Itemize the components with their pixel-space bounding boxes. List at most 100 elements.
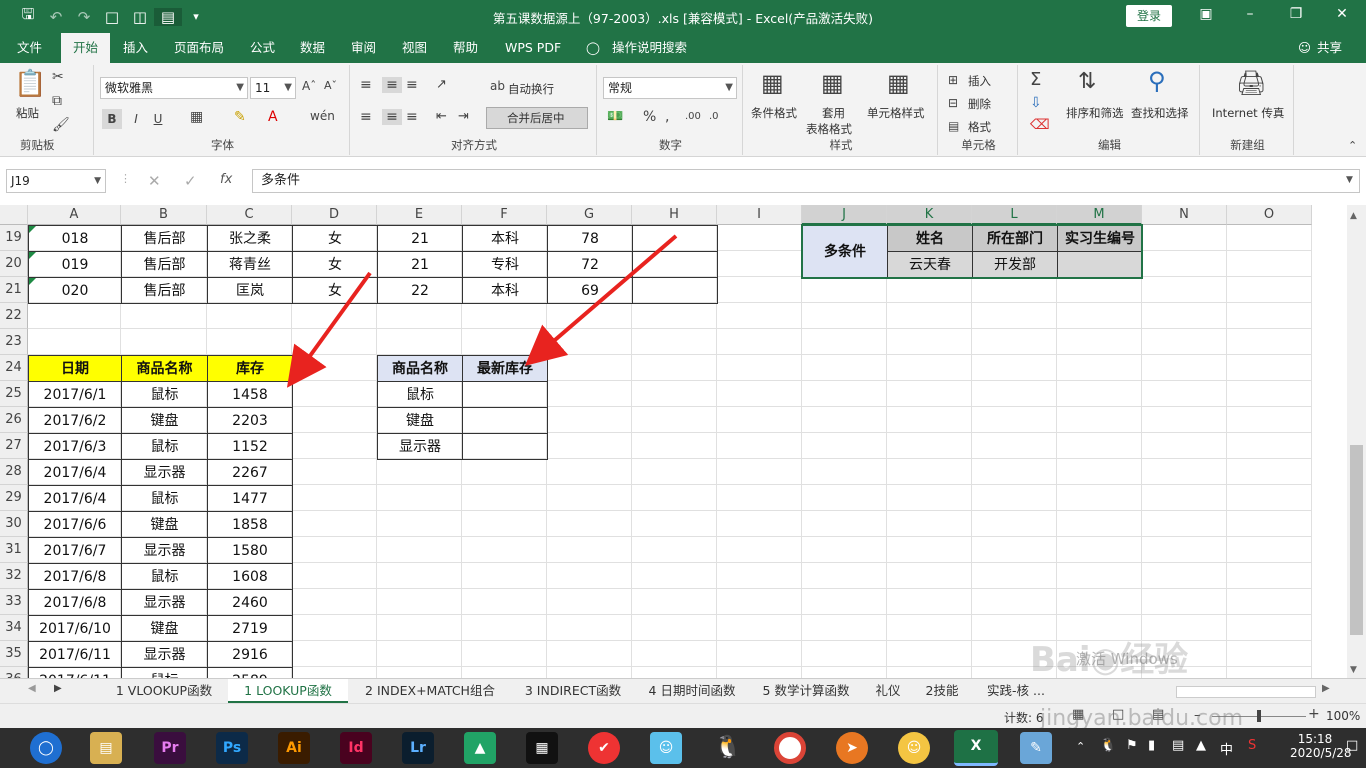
grid-cell[interactable] — [547, 433, 632, 459]
grid-cell[interactable] — [972, 329, 1057, 355]
inventory-cell[interactable]: 键盘 — [121, 407, 208, 434]
merge-center-button[interactable]: 合并后居中 — [486, 107, 588, 129]
restore-icon[interactable]: ❐ — [1286, 6, 1306, 22]
scroll-down-icon[interactable]: ▼ — [1350, 665, 1357, 675]
grid-cell[interactable] — [1142, 485, 1227, 511]
grid-cell[interactable] — [972, 537, 1057, 563]
tray-network-icon[interactable]: ▤ — [1172, 738, 1184, 778]
grid-cell[interactable] — [1057, 381, 1142, 407]
grid-cell[interactable] — [1227, 537, 1312, 563]
grid-cell[interactable] — [292, 511, 377, 537]
grid-cell[interactable] — [547, 563, 632, 589]
grid-cell[interactable] — [717, 563, 802, 589]
paste-icon[interactable]: 📋 — [14, 69, 46, 99]
grid-cell[interactable] — [887, 667, 972, 678]
grid-cell[interactable] — [547, 511, 632, 537]
row-header[interactable]: 34 — [0, 615, 28, 641]
wrap-text-button[interactable]: 自动换行 — [508, 81, 554, 97]
tab-formulas[interactable]: 公式 — [250, 33, 275, 63]
autosum-icon[interactable]: Σ — [1030, 69, 1041, 90]
row-header[interactable]: 36 — [0, 667, 28, 678]
grid-cell[interactable] — [802, 277, 887, 303]
inventory-cell[interactable]: 2017/6/6 — [28, 511, 122, 538]
grid-cell[interactable] — [802, 303, 887, 329]
column-header[interactable]: O — [1227, 205, 1312, 225]
grid-cell[interactable] — [887, 537, 972, 563]
column-header[interactable]: J — [802, 205, 887, 225]
grid-cell[interactable] — [1057, 277, 1142, 303]
tell-me-search[interactable]: 操作说明搜索 — [612, 33, 687, 63]
grid-cell[interactable] — [717, 433, 802, 459]
folder-icon[interactable]: ▤ — [90, 732, 122, 764]
record-cell[interactable]: 专科 — [462, 251, 548, 278]
multi-value[interactable]: 开发部 — [972, 251, 1058, 278]
grid-cell[interactable] — [462, 485, 547, 511]
inventory-cell[interactable]: 鼠标 — [121, 433, 208, 460]
tray-signal-icon[interactable]: ▲ — [1196, 738, 1206, 778]
grid-cell[interactable] — [887, 589, 972, 615]
record-cell[interactable]: 21 — [377, 251, 463, 278]
column-header[interactable]: M — [1057, 205, 1142, 225]
format-cells-icon[interactable]: ▤ — [948, 119, 959, 133]
italic-button[interactable]: I — [128, 109, 144, 129]
copy-icon[interactable]: ⧉ — [52, 93, 62, 109]
grid-cell[interactable] — [547, 407, 632, 433]
record-cell[interactable]: 020 — [28, 277, 122, 304]
grid-cell[interactable] — [972, 485, 1057, 511]
tray-qq-icon[interactable]: 🐧 — [1100, 738, 1116, 778]
app2-icon[interactable]: ➤ — [836, 732, 868, 764]
grid-cell[interactable] — [292, 381, 377, 407]
chrome-icon[interactable] — [774, 732, 806, 764]
grid-cell[interactable] — [1142, 277, 1227, 303]
app3-icon[interactable]: ☺ — [898, 732, 930, 764]
zoom-in-icon[interactable]: + — [1308, 706, 1320, 722]
multi-value[interactable]: 云天春 — [887, 251, 973, 278]
sheet-tab[interactable]: 1 VLOOKUP函数 — [100, 679, 228, 703]
row-header[interactable]: 28 — [0, 459, 28, 485]
row-header[interactable]: 23 — [0, 329, 28, 355]
font-color-icon[interactable]: A — [268, 109, 278, 125]
tab-wps-pdf[interactable]: WPS PDF — [505, 33, 561, 63]
sheet-tab[interactable]: 礼仪 — [864, 679, 912, 703]
premiere-icon[interactable]: Pr — [154, 732, 186, 764]
inventory-cell[interactable]: 2589 — [207, 667, 293, 678]
record-cell[interactable]: 69 — [547, 277, 633, 304]
grid-cell[interactable] — [1057, 329, 1142, 355]
grid-cell[interactable] — [462, 641, 547, 667]
fill-icon[interactable]: ⇩ — [1030, 95, 1042, 111]
inventory-header[interactable]: 商品名称 — [121, 355, 208, 382]
find-select-button[interactable]: 查找和选择 — [1131, 105, 1189, 121]
sheet-tab[interactable]: 3 INDIRECT函数 — [512, 679, 634, 703]
inventory-cell[interactable]: 显示器 — [121, 459, 208, 486]
grid-cell[interactable] — [717, 667, 802, 678]
column-header[interactable]: N — [1142, 205, 1227, 225]
grid-cell[interactable] — [632, 667, 717, 678]
row-header[interactable]: 24 — [0, 355, 28, 381]
align-bottom-icon[interactable]: ≡ — [406, 77, 418, 93]
grid-cell[interactable] — [887, 615, 972, 641]
collapse-ribbon-icon[interactable]: ⌃ — [1348, 139, 1357, 152]
comma-icon[interactable]: , — [665, 109, 669, 125]
grid-cell[interactable] — [1057, 303, 1142, 329]
grid-cell[interactable] — [1142, 407, 1227, 433]
cell-styles-icon[interactable]: ▦ — [887, 69, 910, 97]
tray-sogou-icon[interactable]: S — [1248, 738, 1256, 778]
grid-cell[interactable] — [292, 407, 377, 433]
lookup-result[interactable] — [462, 407, 548, 434]
multi-header[interactable]: 所在部门 — [972, 225, 1058, 252]
row-header[interactable]: 26 — [0, 407, 28, 433]
zoom-slider-thumb[interactable] — [1257, 710, 1261, 722]
border-icon[interactable]: ▦ — [190, 109, 203, 125]
inventory-cell[interactable]: 显示器 — [121, 641, 208, 668]
delete-cells-button[interactable]: 删除 — [968, 96, 991, 112]
increase-indent-icon[interactable]: ⇥ — [458, 109, 469, 124]
sheet-tab[interactable]: 2技能 — [914, 679, 970, 703]
grid-cell[interactable] — [377, 511, 462, 537]
lookup-result[interactable] — [462, 381, 548, 408]
grid-cell[interactable] — [1227, 615, 1312, 641]
excel-icon[interactable]: X — [954, 730, 998, 766]
sheet-tab[interactable]: 2 INDEX+MATCH组合 — [350, 679, 510, 703]
formula-input[interactable]: 多条件 — [252, 169, 1360, 193]
grid-cell[interactable] — [1057, 459, 1142, 485]
record-cell[interactable]: 本科 — [462, 277, 548, 304]
